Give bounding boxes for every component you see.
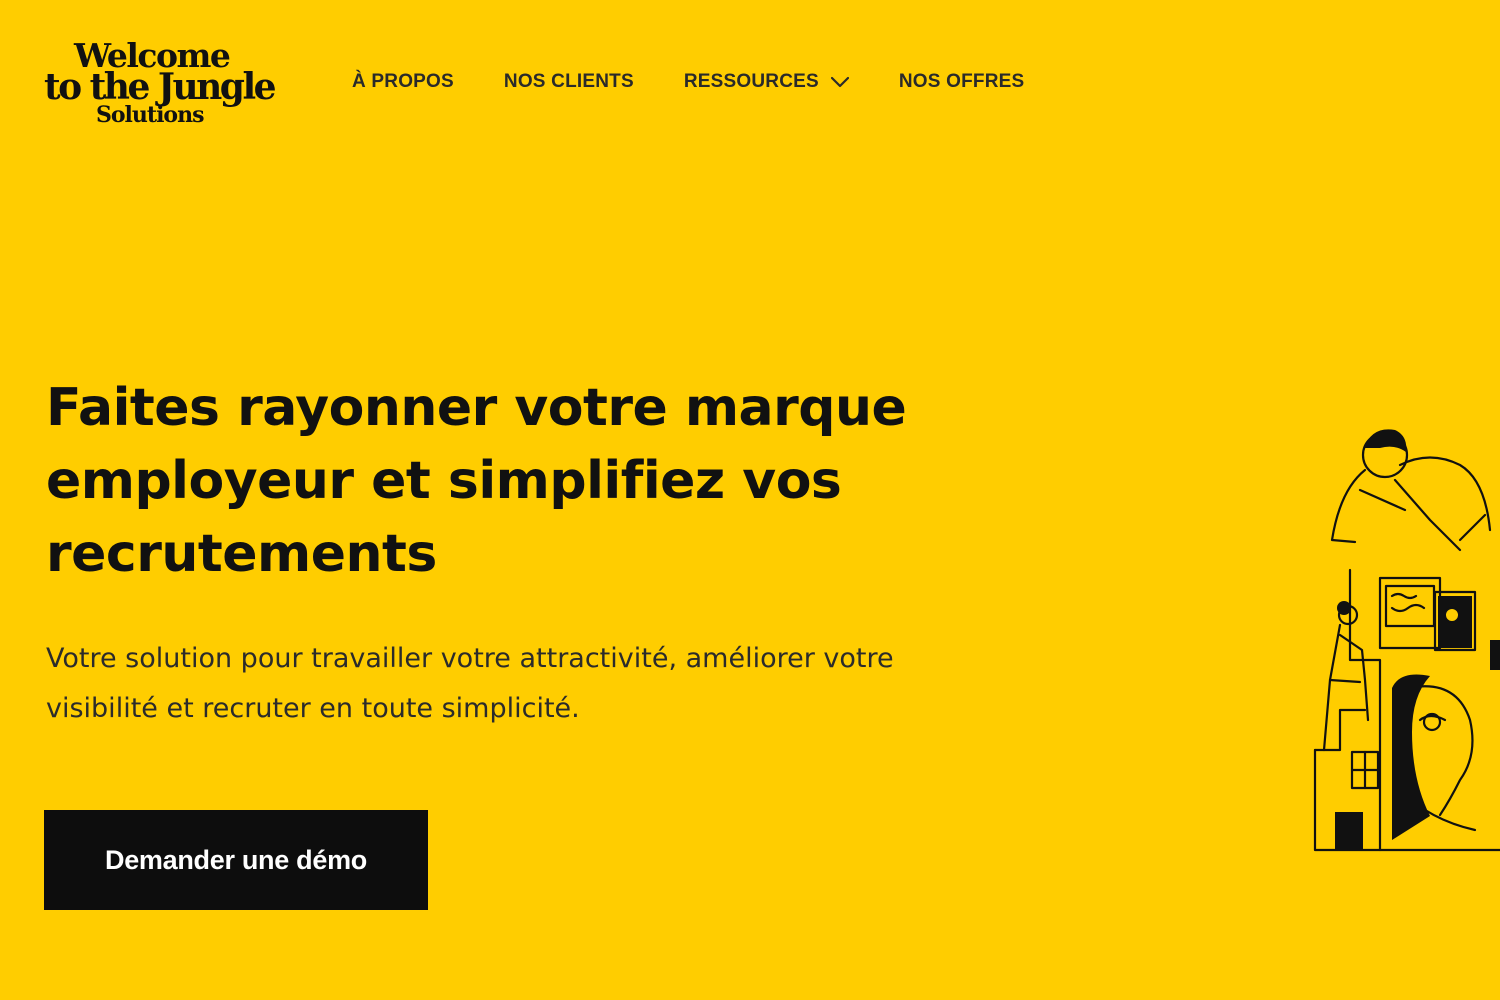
request-demo-button[interactable]: Demander une démo xyxy=(44,810,428,910)
nav-item-label: NOS CLIENTS xyxy=(503,71,634,92)
hero-subtitle: Votre solution pour travailler votre att… xyxy=(46,643,894,724)
nav-item-a-propos[interactable]: À PROPOS xyxy=(352,71,454,93)
hero-headline: Faites rayonner votre marque employeur e… xyxy=(46,378,907,584)
nav-item-ressources[interactable]: RESSOURCES xyxy=(684,71,849,93)
nav-item-nos-clients[interactable]: NOS CLIENTS xyxy=(504,71,634,93)
brand-logo[interactable]: Welcome to the Jungle Solutions xyxy=(44,36,284,136)
logo-line-solutions: Solutions xyxy=(96,102,204,128)
people-building-illustration xyxy=(1313,429,1500,852)
nav-item-label: NOS OFFRES xyxy=(898,71,1025,92)
nav-item-label: À PROPOS xyxy=(352,71,454,92)
nav-item-nos-offres[interactable]: NOS OFFRES xyxy=(899,71,1025,93)
main-nav: À PROPOS NOS CLIENTS RESSOURCES NOS OFFR… xyxy=(352,68,1024,96)
chevron-down-icon xyxy=(830,76,849,88)
nav-item-label: RESSOURCES xyxy=(683,71,819,92)
